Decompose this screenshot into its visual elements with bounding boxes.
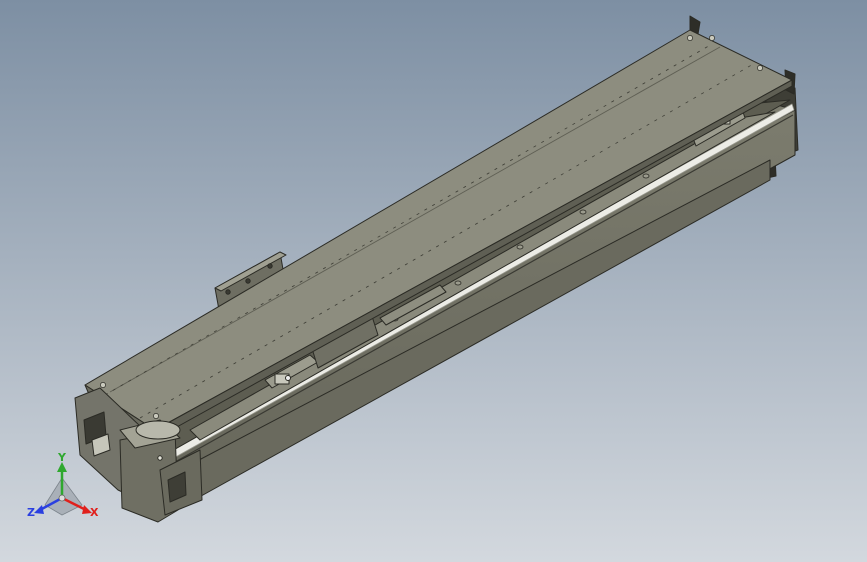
model-canvas[interactable]: Y X Z (0, 0, 867, 562)
rear-bracket-hole-1 (225, 289, 231, 295)
z-axis-label: Z (27, 506, 35, 519)
x-axis-label: X (90, 506, 99, 519)
y-axis-label: Y (57, 451, 67, 464)
cad-viewport[interactable]: Y X Z (0, 0, 867, 562)
motor-flange-bore (135, 420, 181, 440)
flange-screw-1 (157, 455, 163, 461)
rear-bracket-hole-3 (267, 263, 273, 269)
rear-bracket-hole-2 (245, 278, 251, 284)
near-block-bolt (285, 375, 291, 381)
triad-origin (58, 494, 66, 502)
